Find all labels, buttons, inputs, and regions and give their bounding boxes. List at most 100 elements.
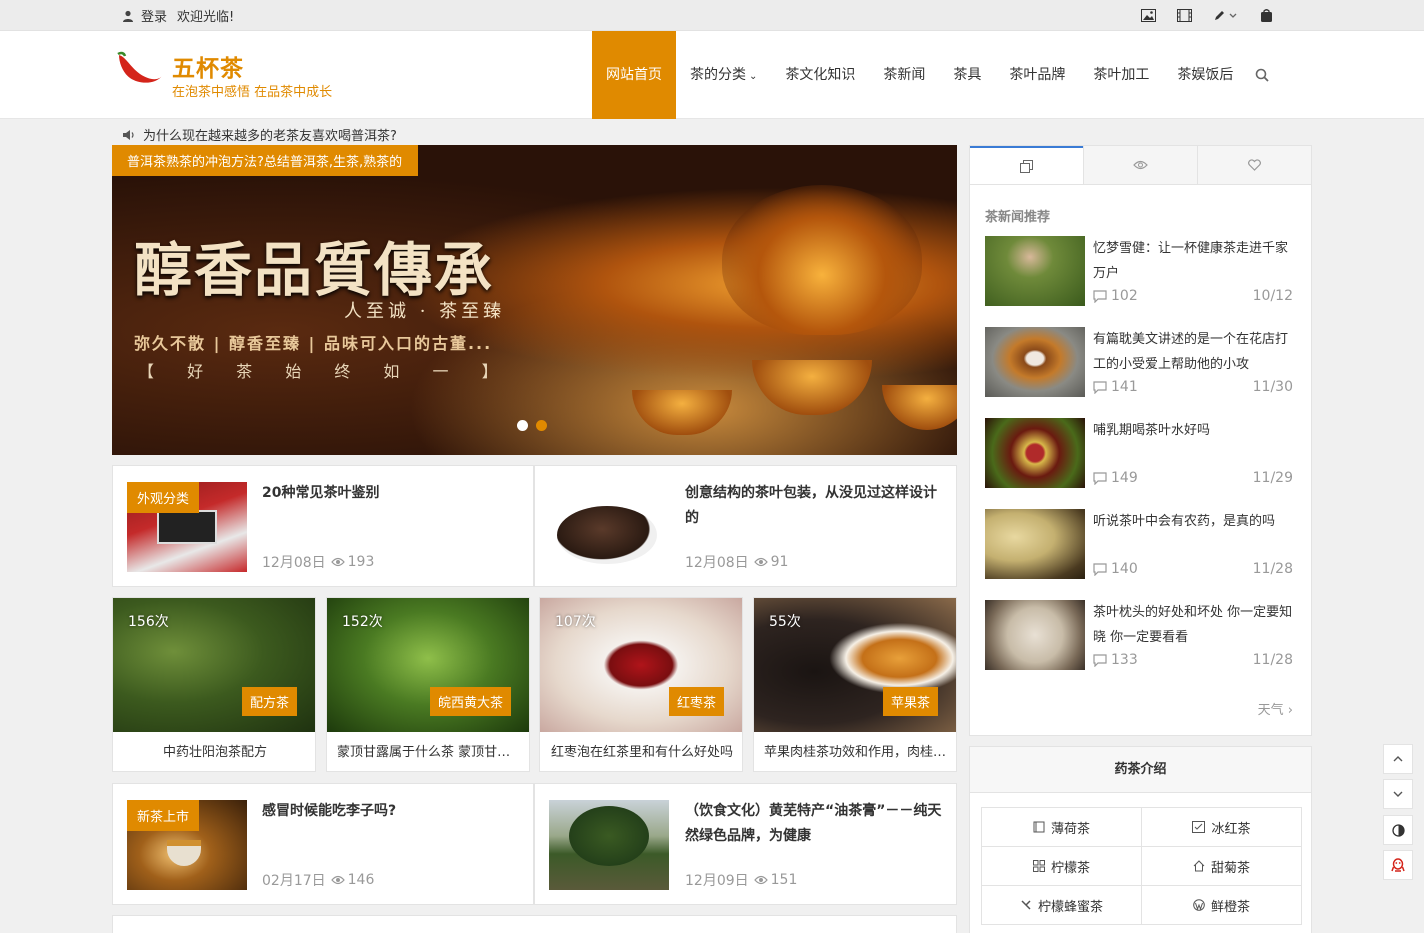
- slider-dot-2[interactable]: [536, 420, 547, 431]
- chili-logo-icon[interactable]: [116, 51, 164, 85]
- tab-recommended[interactable]: [970, 146, 1083, 184]
- sidebar-item[interactable]: 有篇耽美文讲述的是一个在花店打工的小受爱上帮助他的小攻 141 11/30: [985, 327, 1295, 397]
- sidebar-thumbnail[interactable]: [985, 236, 1085, 306]
- user-icon: [123, 10, 133, 22]
- login-link[interactable]: 登录: [141, 6, 167, 25]
- tab-popular[interactable]: [1083, 146, 1197, 184]
- herbal-item[interactable]: 冰红茶: [1142, 808, 1302, 847]
- site-header: 五杯茶 在泡茶中感悟 在品茶中成长 网站首页 茶的分类 ⌄ 茶文化知识 茶新闻 茶…: [0, 31, 1424, 119]
- post-date: 02月17日: [262, 873, 326, 889]
- nav-brands-label: 茶叶品牌: [1009, 67, 1066, 83]
- hero-slider[interactable]: 普洱茶熟茶的冲泡方法?总结普洱茶,生茶,熟茶的 醇香品質傳承 人至诚 · 茶至臻…: [112, 145, 957, 455]
- image-icon[interactable]: [1140, 8, 1156, 22]
- post-title[interactable]: 创意结构的茶叶包装，从没见过这样设计的: [685, 481, 945, 531]
- grid-card[interactable]: 107次 红枣茶 红枣泡在红茶里和有什么好处吗: [539, 597, 743, 772]
- edit-icon[interactable]: [1212, 8, 1238, 22]
- post-card[interactable]: 外观分类 20种常见茶叶鉴别 12月08日 193: [112, 465, 534, 587]
- grid-title[interactable]: 红枣泡在红茶里和有什么好处吗: [550, 741, 734, 760]
- herbal-item[interactable]: 薄荷茶: [982, 808, 1142, 847]
- search-icon: [1256, 68, 1270, 82]
- sidebar-item[interactable]: 哺乳期喝茶叶水好吗 149 11/29: [985, 418, 1295, 488]
- top-bar: 登录 欢迎光临!: [0, 0, 1424, 31]
- main-nav: 网站首页 茶的分类 ⌄ 茶文化知识 茶新闻 茶具 茶叶品牌 茶叶加工 茶娱饭后: [592, 31, 1277, 119]
- nav-news[interactable]: 茶新闻: [869, 31, 939, 119]
- theme-toggle-button[interactable]: [1383, 815, 1413, 845]
- nav-brands[interactable]: 茶叶品牌: [995, 31, 1079, 119]
- herbal-tea-grid: 薄荷茶 冰红茶 柠檬茶 甜菊茶 柠檬蜂蜜茶 鲜橙茶: [981, 807, 1302, 925]
- comment-count-value: 133: [1111, 652, 1138, 668]
- grid-tag[interactable]: 皖西黄大茶: [429, 687, 511, 716]
- nav-teaware[interactable]: 茶具: [939, 31, 995, 119]
- search-button[interactable]: [1247, 31, 1277, 119]
- grid-title[interactable]: 中药壮阳泡茶配方: [123, 741, 307, 760]
- sidebar-item[interactable]: 忆梦雪健：让一杯健康茶走进千家万户 102 10/12: [985, 236, 1295, 306]
- nav-processing-label: 茶叶加工: [1093, 67, 1150, 83]
- sidebar-thumbnail[interactable]: [985, 509, 1085, 579]
- nav-culture[interactable]: 茶文化知识: [771, 31, 869, 119]
- post-card[interactable]: （饮食文化）黄芜特产“油茶膏”－－纯天然绿色品牌，为健康 12月09日 151: [534, 783, 957, 905]
- grid-title[interactable]: 蒙顶甘露属于什么茶 蒙顶甘露的特点: [337, 741, 521, 760]
- herbal-item[interactable]: 柠檬茶: [982, 847, 1142, 886]
- grid-tag[interactable]: 苹果茶: [882, 687, 938, 716]
- post-meta: 02月17日 146: [262, 870, 374, 890]
- bag-icon[interactable]: [1258, 8, 1274, 22]
- comment-count-value: 141: [1111, 379, 1138, 395]
- grid-card[interactable]: 152次 皖西黄大茶 蒙顶甘露属于什么茶 蒙顶甘露的特点: [326, 597, 530, 772]
- nav-home[interactable]: 网站首页: [592, 31, 676, 119]
- sidebar-item-title[interactable]: 有篇耽美文讲述的是一个在花店打工的小受爱上帮助他的小攻: [1093, 327, 1293, 377]
- grid-tag[interactable]: 配方茶: [241, 687, 297, 716]
- post-badge[interactable]: 新茶上市: [127, 800, 200, 831]
- site-subtitle: 在泡茶中感悟 在品茶中成长: [172, 85, 333, 100]
- grid-card[interactable]: 55次 苹果茶 苹果肉桂茶功效和作用，肉桂茶的做法: [753, 597, 957, 772]
- herbal-item-label: 柠檬茶: [1050, 860, 1090, 876]
- post-card[interactable]: 新茶上市 感冒时候能吃李子吗? 02月17日 146: [112, 783, 534, 905]
- post-date: 12月08日: [685, 555, 749, 571]
- slider-dots: [517, 420, 547, 431]
- scroll-up-button[interactable]: [1383, 744, 1413, 774]
- post-title[interactable]: 感冒时候能吃李子吗?: [262, 799, 517, 824]
- more-link-label: 天气: [1257, 703, 1284, 718]
- post-card[interactable]: 创意结构的茶叶包装，从没见过这样设计的 12月08日 91: [534, 465, 957, 587]
- notice-bar[interactable]: 为什么现在越来越多的老茶友喜欢喝普洱茶?: [122, 125, 397, 144]
- sidebar-item-title[interactable]: 听说茶叶中会有农药，是真的吗: [1093, 509, 1293, 534]
- slider-dot-1[interactable]: [517, 420, 528, 431]
- herbal-item[interactable]: 鲜橙茶: [1142, 886, 1302, 925]
- nav-categories[interactable]: 茶的分类 ⌄: [676, 31, 771, 119]
- home-icon: [1193, 860, 1205, 872]
- sidebar-thumbnail[interactable]: [985, 418, 1085, 488]
- sidebar-item-title[interactable]: 茶叶枕头的好处和坏处 你一定要知晓 你一定要看看: [1093, 600, 1293, 650]
- post-views: 193: [347, 554, 375, 570]
- post-thumbnail[interactable]: 外观分类: [127, 482, 247, 572]
- sidebar-thumbnail[interactable]: [985, 600, 1085, 670]
- sidebar-heading: 茶新闻推荐: [985, 210, 1051, 225]
- qq-contact-button[interactable]: [1383, 850, 1413, 880]
- nav-processing[interactable]: 茶叶加工: [1079, 31, 1163, 119]
- sidebar-thumbnail[interactable]: [985, 327, 1085, 397]
- comment-count: 140: [1093, 561, 1138, 577]
- post-thumbnail[interactable]: [549, 800, 669, 890]
- sidebar-item-title[interactable]: 哺乳期喝茶叶水好吗: [1093, 418, 1293, 443]
- post-badge[interactable]: 外观分类: [127, 482, 200, 513]
- nav-leisure[interactable]: 茶娱饭后: [1163, 31, 1247, 119]
- slider-line-2: 弥久不散 | 醇香至臻 | 品味可入口的古董...: [134, 334, 493, 353]
- sidebar-item-date: 11/29: [1252, 470, 1293, 486]
- tab-liked[interactable]: [1197, 146, 1311, 184]
- grid-title[interactable]: 苹果肉桂茶功效和作用，肉桂茶的做法: [764, 741, 948, 760]
- post-title[interactable]: 20种常见茶叶鉴别: [262, 481, 517, 506]
- post-title[interactable]: （饮食文化）黄芜特产“油茶膏”－－纯天然绿色品牌，为健康: [685, 799, 945, 849]
- post-thumbnail[interactable]: [549, 482, 669, 572]
- grid-card[interactable]: 156次 配方茶 中药壮阳泡茶配方: [112, 597, 316, 772]
- more-link[interactable]: 天气 ›: [1258, 699, 1293, 718]
- sidebar-item-title[interactable]: 忆梦雪健：让一杯健康茶走进千家万户: [1093, 236, 1293, 286]
- sidebar-item[interactable]: 茶叶枕头的好处和坏处 你一定要知晓 你一定要看看 133 11/28: [985, 600, 1295, 670]
- post-thumbnail[interactable]: 新茶上市: [127, 800, 247, 890]
- site-title[interactable]: 五杯茶: [172, 49, 244, 83]
- grid-tag[interactable]: 红枣茶: [668, 687, 724, 716]
- scroll-down-button[interactable]: [1383, 779, 1413, 809]
- sidebar-item[interactable]: 听说茶叶中会有农药，是真的吗 140 11/28: [985, 509, 1295, 579]
- herbal-item[interactable]: 甜菊茶: [1142, 847, 1302, 886]
- video-icon[interactable]: [1176, 8, 1192, 22]
- herbal-item[interactable]: 柠檬蜂蜜茶: [982, 886, 1142, 925]
- slider-caption[interactable]: 普洱茶熟茶的冲泡方法?总结普洱茶,生茶,熟茶的: [112, 145, 419, 176]
- notice-text[interactable]: 为什么现在越来越多的老茶友喜欢喝普洱茶?: [143, 125, 397, 144]
